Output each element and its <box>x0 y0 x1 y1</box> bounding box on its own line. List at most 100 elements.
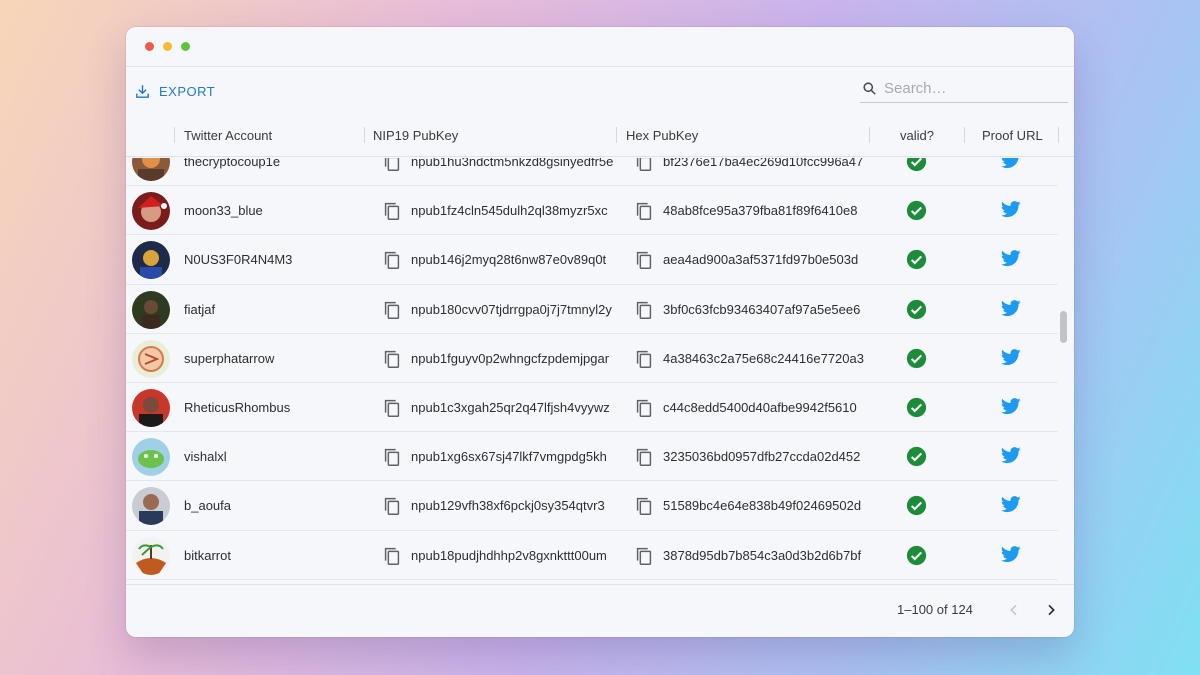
nip19-pubkey-cell: npub18pudjhdhhp2v8gxnkttt00um <box>411 547 607 563</box>
search-icon <box>863 82 876 95</box>
minimize-window-button[interactable] <box>163 42 172 51</box>
copy-hex-icon[interactable] <box>633 299 655 321</box>
hex-pubkey-cell: c44c8edd5400d40afbe9942f5610 <box>663 399 857 415</box>
nip19-pubkey-cell: npub1c3xgah25qr2q47lfjsh4vyywz <box>411 399 610 415</box>
table-body: thecryptocoup1e npub1hu3ndctm5nkzd8gsinye… <box>126 158 1058 584</box>
hex-pubkey-cell: 4a38463c2a75e68c24416e7720a3 <box>663 350 864 366</box>
column-header-valid[interactable]: valid? <box>900 113 934 157</box>
valid-check-icon <box>906 299 927 320</box>
copy-hex-icon[interactable] <box>633 200 655 222</box>
twitter-account-cell: thecryptocoup1e <box>184 158 281 169</box>
twitter-account-cell: N0US3F0R4N4M3 <box>184 252 293 268</box>
table-row[interactable]: N0US3F0R4N4M3 npub146j2myq28t6nw87e0v89q0… <box>126 235 1058 285</box>
avatar <box>132 290 170 329</box>
table-header: Twitter Account NIP19 PubKey Hex PubKey … <box>126 113 1074 157</box>
column-header-nip19-pubkey[interactable]: NIP19 PubKey <box>373 113 458 157</box>
table-row[interactable]: RheticusRhombus npub1c3xgah25qr2q47lfjsh4… <box>126 383 1058 433</box>
next-page-icon[interactable] <box>1043 601 1059 619</box>
copy-nip19-icon[interactable] <box>381 446 403 468</box>
twitter-proof-icon[interactable] <box>1001 545 1021 564</box>
column-header-twitter-account[interactable]: Twitter Account <box>184 113 272 157</box>
valid-check-icon <box>906 446 927 467</box>
copy-nip19-icon[interactable] <box>381 495 403 517</box>
copy-hex-icon[interactable] <box>633 249 655 271</box>
avatar <box>132 487 170 526</box>
twitter-account-cell: RheticusRhombus <box>184 399 291 415</box>
search-box <box>860 75 1068 103</box>
column-separator <box>616 127 617 143</box>
copy-hex-icon[interactable] <box>633 446 655 468</box>
copy-hex-icon[interactable] <box>633 158 655 173</box>
copy-nip19-icon[interactable] <box>381 200 403 222</box>
copy-hex-icon[interactable] <box>633 495 655 517</box>
nip19-pubkey-cell: npub1hu3ndctm5nkzd8gsinyedfr5e <box>411 158 614 169</box>
twitter-account-cell: vishalxl <box>184 449 227 465</box>
copy-nip19-icon[interactable] <box>381 299 403 321</box>
avatar <box>132 158 170 181</box>
twitter-account-cell: superphatarrow <box>184 350 275 366</box>
column-separator <box>964 127 965 143</box>
column-header-hex-pubkey[interactable]: Hex PubKey <box>626 113 698 157</box>
copy-nip19-icon[interactable] <box>381 158 403 173</box>
twitter-proof-icon[interactable] <box>1001 158 1021 170</box>
title-bar <box>126 27 1074 67</box>
maximize-window-button[interactable] <box>181 42 190 51</box>
column-separator <box>364 127 365 143</box>
vertical-scrollbar-thumb[interactable] <box>1060 311 1067 343</box>
table-row[interactable]: superphatarrow npub1fguyv0p2whngcfzpdemjp… <box>126 334 1058 383</box>
copy-hex-icon[interactable] <box>633 397 655 419</box>
copy-nip19-icon[interactable] <box>381 397 403 419</box>
twitter-account-cell: fiatjaf <box>184 301 216 317</box>
nip19-pubkey-cell: npub129vfh38xf6pckj0sy354qtvr3 <box>411 498 605 514</box>
twitter-proof-icon[interactable] <box>1001 398 1021 416</box>
hex-pubkey-cell: 3bf0c63fcb93463407af97a5e5ee6 <box>663 301 861 317</box>
twitter-proof-icon[interactable] <box>1001 201 1021 219</box>
app-window: EXPORT Twitter Account NIP19 PubKey Hex … <box>126 27 1074 637</box>
avatar <box>132 241 170 280</box>
hex-pubkey-cell: 48ab8fce95a379fba81f89f6410e8 <box>663 203 858 219</box>
table-row[interactable]: vishalxl npub1xg6sx67sj47lkf7vmgpdg5kh 323… <box>126 432 1058 482</box>
twitter-account-cell: bitkarrot <box>184 547 231 563</box>
valid-check-icon <box>906 158 927 172</box>
nip19-pubkey-cell: npub1fguyv0p2whngcfzpdemjpgar <box>411 350 610 366</box>
twitter-proof-icon[interactable] <box>1001 250 1021 268</box>
twitter-proof-icon[interactable] <box>1001 299 1021 318</box>
copy-hex-icon[interactable] <box>633 545 655 567</box>
valid-check-icon <box>906 495 927 516</box>
copy-nip19-icon[interactable] <box>381 545 403 567</box>
valid-check-icon <box>906 397 927 418</box>
close-window-button[interactable] <box>145 42 154 51</box>
pagination-label: 1–100 of 124 <box>897 602 973 617</box>
hex-pubkey-cell: 51589bc4e64e838b49f02469502d <box>663 498 862 514</box>
hex-pubkey-cell: 3235036bd0957dfb27ccda02d452 <box>663 449 861 465</box>
export-label: EXPORT <box>159 83 216 99</box>
column-separator <box>869 127 870 143</box>
table-row[interactable]: thecryptocoup1e npub1hu3ndctm5nkzd8gsinye… <box>126 158 1058 187</box>
export-button[interactable]: EXPORT <box>134 79 215 103</box>
twitter-proof-icon[interactable] <box>1001 348 1021 367</box>
copy-nip19-icon[interactable] <box>381 249 403 271</box>
twitter-proof-icon[interactable] <box>1001 447 1021 465</box>
copy-nip19-icon[interactable] <box>381 348 403 370</box>
table-row[interactable]: fiatjaf npub180cvv07tjdrrgpa0j7j7tmnyl2y 3… <box>126 285 1058 334</box>
table-row[interactable]: bitkarrot npub18pudjhdhhp2v8gxnkttt00um 38… <box>126 531 1058 580</box>
avatar <box>132 438 170 477</box>
column-header-proof-url[interactable]: Proof URL <box>982 113 1043 157</box>
hex-pubkey-cell: aea4ad900a3af5371fd97b0e503d <box>663 252 859 268</box>
previous-page-icon[interactable] <box>1006 601 1022 619</box>
table-row[interactable]: b_aoufa npub129vfh38xf6pckj0sy354qtvr3 515… <box>126 481 1058 531</box>
search-input[interactable] <box>884 80 1064 97</box>
table-footer: 1–100 of 124 <box>126 584 1074 637</box>
avatar <box>132 192 170 231</box>
valid-check-icon <box>906 200 927 221</box>
nip19-pubkey-cell: npub1xg6sx67sj47lkf7vmgpdg5kh <box>411 449 607 465</box>
avatar <box>132 388 170 427</box>
nip19-pubkey-cell: npub146j2myq28t6nw87e0v89q0t <box>411 252 607 268</box>
nip19-pubkey-cell: npub180cvv07tjdrrgpa0j7j7tmnyl2y <box>411 301 612 317</box>
table-row[interactable]: moon33_blue npub1fz4cln545dulh2ql38myzr5x… <box>126 186 1058 236</box>
hex-pubkey-cell: 3878d95db7b854c3a0d3b2d6b7bf <box>663 547 862 563</box>
twitter-proof-icon[interactable] <box>1001 496 1021 514</box>
avatar <box>132 536 170 575</box>
valid-check-icon <box>906 249 927 270</box>
copy-hex-icon[interactable] <box>633 348 655 370</box>
